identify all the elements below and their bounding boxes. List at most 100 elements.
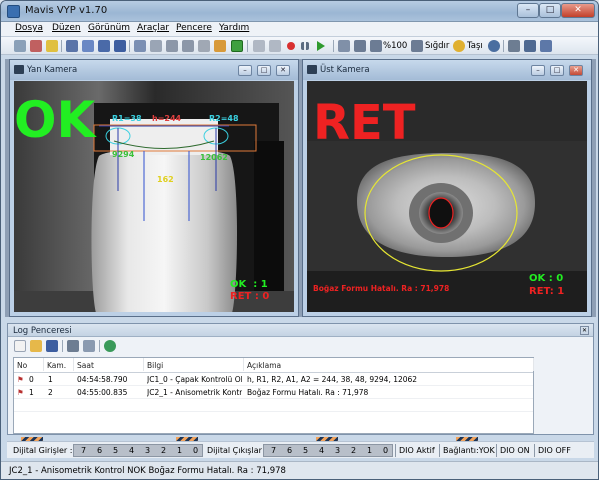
dio-on-button[interactable]: DIO ON: [500, 446, 530, 455]
move-label[interactable]: Taşı: [467, 41, 483, 51]
side-camera-minimize-button[interactable]: –: [238, 65, 252, 76]
menu-pencere[interactable]: Pencere: [176, 23, 212, 33]
side-camera-titlebar[interactable]: Yan Kamera – □ ✕: [10, 60, 298, 80]
crosshair-icon[interactable]: [354, 40, 366, 52]
top-camera-titlebar[interactable]: Üst Kamera – □ ✕: [303, 60, 591, 80]
column-header-time[interactable]: Saat: [74, 358, 144, 371]
top-ok-count: OK : 0: [529, 273, 563, 284]
camera-icon: [14, 65, 24, 74]
function-icon[interactable]: [150, 40, 162, 52]
top-camera-view[interactable]: RET Boğaz Formu Hatalı. Ra : 71,978 OK :…: [307, 81, 587, 312]
toolbar-separator: [61, 40, 62, 52]
area1-label: 9294: [112, 150, 135, 159]
input-bit: 6: [97, 446, 103, 455]
column-header-info[interactable]: Bilgi: [144, 358, 244, 371]
settings-icon[interactable]: [66, 40, 78, 52]
side-camera-image: OK R1=38 h=244 R2=48 9294 12062 162 OK :…: [14, 81, 294, 312]
refresh-icon[interactable]: [104, 340, 116, 352]
top-camera-window[interactable]: Üst Kamera – □ ✕ RET Boğaz Formu Hatalı.…: [302, 59, 592, 317]
maximize-button[interactable]: □: [539, 3, 561, 18]
magic-wand-icon[interactable]: [166, 40, 178, 52]
table-row[interactable]: ⚑ 0 1 04:54:58.790 JC1_0 - Çapak Kontrol…: [14, 373, 533, 385]
log-window: Log Penceresi ✕ No Kam. Saat Bilgi Açıkl…: [7, 323, 594, 435]
image-icon[interactable]: [98, 40, 110, 52]
digital-outputs: 7 6 5 4 3 2 1 0: [263, 444, 393, 457]
zoom-icon[interactable]: [134, 40, 146, 52]
print-preview-icon[interactable]: [524, 40, 536, 52]
light-icon[interactable]: [46, 40, 58, 52]
print-preview-icon[interactable]: [83, 340, 95, 352]
hand-icon[interactable]: [214, 40, 226, 52]
search-icon[interactable]: [488, 40, 500, 52]
move-icon[interactable]: [453, 40, 465, 52]
side-camera-maximize-button[interactable]: □: [257, 65, 271, 76]
record-icon[interactable]: [287, 42, 295, 50]
mdi-area: Yan Kamera – □ ✕ OK R1=38 h=244 R2=48 92…: [5, 59, 596, 317]
row-flag-icon: ⚑: [17, 388, 24, 397]
pause-icon[interactable]: [301, 42, 309, 50]
digital-io-bar: Dijital Girişler : 7 6 5 4 3 2 1 0 Dijit…: [7, 441, 594, 458]
document-icon[interactable]: [198, 40, 210, 52]
new-document-icon[interactable]: [14, 340, 26, 352]
output-bit: 4: [319, 446, 325, 455]
play-icon[interactable]: [317, 41, 325, 51]
top-camera-close-button[interactable]: ✕: [569, 65, 583, 76]
minimize-button[interactable]: –: [517, 3, 539, 18]
top-camera-minimize-button[interactable]: –: [531, 65, 545, 76]
io-separator: [395, 444, 396, 457]
input-bit: 1: [177, 446, 183, 455]
log-close-button[interactable]: ✕: [580, 326, 589, 335]
camera-icon[interactable]: [82, 40, 94, 52]
open-folder-icon[interactable]: [30, 340, 42, 352]
table-row[interactable]: ⚑ 1 2 04:55:00.835 JC2_1 - Anisometrik K…: [14, 386, 533, 398]
menu-duzen[interactable]: Düzen: [52, 23, 81, 33]
column-header-cam[interactable]: Kam.: [44, 358, 74, 371]
side-verdict: OK: [14, 91, 98, 149]
log-title: Log Penceresi: [13, 326, 72, 336]
main-toolbar: %100 Sığdır Taşı: [1, 37, 598, 55]
ruler-icon[interactable]: [182, 40, 194, 52]
pointer-icon[interactable]: [338, 40, 350, 52]
output-bit: 2: [351, 446, 357, 455]
run-mode-icon[interactable]: [231, 40, 243, 52]
close-button[interactable]: ✕: [561, 3, 595, 18]
zoom-percent-icon[interactable]: [370, 40, 382, 52]
fit-label[interactable]: Sığdır: [425, 41, 449, 51]
menu-gorunum[interactable]: Görünüm: [88, 23, 130, 33]
menu-dosya[interactable]: Dosya: [15, 23, 43, 33]
digital-outputs-label: Dijital Çıkışlar :: [207, 446, 268, 455]
menu-araclar[interactable]: Araçlar: [137, 23, 169, 33]
digital-inputs-label: Dijital Girişler :: [13, 446, 73, 455]
row-divider: [14, 398, 533, 399]
side-camera-window[interactable]: Yan Kamera – □ ✕ OK R1=38 h=244 R2=48 92…: [9, 59, 299, 317]
output-bit: 3: [335, 446, 341, 455]
log-table[interactable]: No Kam. Saat Bilgi Açıklama ⚑ 0 1 04:54:…: [13, 357, 534, 434]
align-icon[interactable]: [253, 40, 265, 52]
column-header-no[interactable]: No: [14, 358, 44, 371]
print-icon[interactable]: [508, 40, 520, 52]
distribute-icon[interactable]: [269, 40, 281, 52]
settings-gear-icon[interactable]: [540, 40, 552, 52]
edit-icon[interactable]: [30, 40, 42, 52]
menu-yardim[interactable]: Yardım: [219, 23, 249, 33]
digital-inputs: 7 6 5 4 3 2 1 0: [73, 444, 203, 457]
app-title: Mavis VYP v1.70: [25, 5, 108, 16]
save-icon[interactable]: [114, 40, 126, 52]
column-header-desc[interactable]: Açıklama: [244, 358, 534, 371]
zoom-label[interactable]: %100: [383, 41, 407, 51]
row-cam: 2: [48, 388, 53, 397]
dio-off-button[interactable]: DIO OFF: [538, 446, 571, 455]
top-camera-maximize-button[interactable]: □: [550, 65, 564, 76]
io-separator: [496, 444, 497, 457]
fit-icon[interactable]: [411, 40, 423, 52]
side-camera-close-button[interactable]: ✕: [276, 65, 290, 76]
dio-active-status[interactable]: DIO Aktif: [399, 446, 435, 455]
save-icon[interactable]: [46, 340, 58, 352]
side-camera-view[interactable]: OK R1=38 h=244 R2=48 9294 12062 162 OK :…: [14, 81, 294, 312]
print-icon[interactable]: [67, 340, 79, 352]
row-flag-icon: ⚑: [17, 375, 24, 384]
title-bar[interactable]: Mavis VYP v1.70 – □ ✕: [1, 1, 598, 22]
grid-icon[interactable]: [14, 40, 26, 52]
app-icon: [7, 5, 20, 18]
input-bit: 3: [145, 446, 151, 455]
